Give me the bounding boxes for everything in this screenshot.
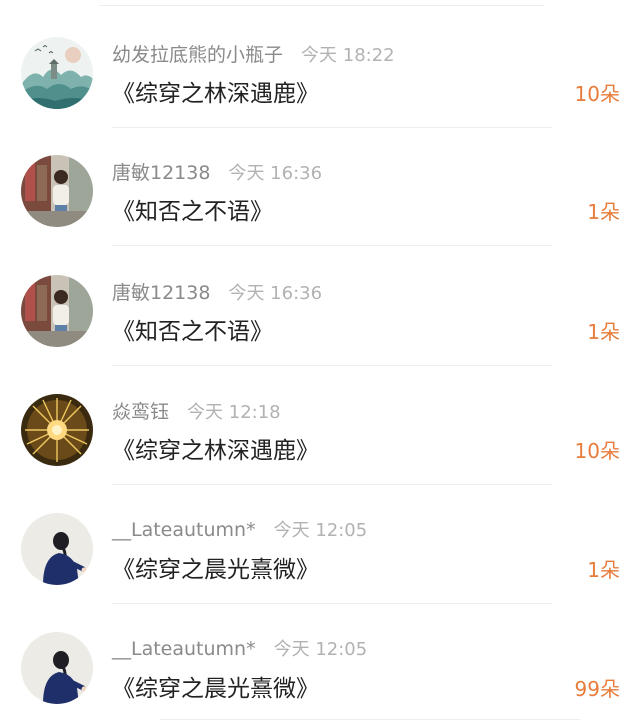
person-photo-avatar-icon [21, 275, 93, 347]
book-title[interactable]: 《知否之不语》 [112, 312, 273, 346]
landscape-avatar-icon [21, 37, 93, 109]
flower-count: 1朵 [587, 200, 620, 224]
gift-list-page: 幼发拉底熊的小瓶子 今天 18:22 《综穿之林深遇鹿》 10朵 唐敏12138… [0, 0, 640, 723]
girl-illustration-avatar-icon [21, 513, 93, 585]
book-title[interactable]: 《综穿之林深遇鹿》 [112, 431, 319, 465]
avatar[interactable] [21, 155, 93, 227]
item-meta: 焱鸾钰 今天 12:18 [112, 397, 281, 423]
item-meta: 唐敏12138 今天 16:36 [112, 278, 322, 304]
timestamp: 今天 12:05 [273, 639, 368, 660]
item-meta: __Lateautumn* 今天 12:05 [112, 635, 367, 661]
golden-burst-avatar-icon [21, 394, 93, 466]
timestamp: 今天 16:36 [228, 163, 323, 184]
flower-count: 1朵 [587, 320, 620, 344]
book-title[interactable]: 《综穿之晨光熹微》 [112, 669, 319, 703]
avatar[interactable] [21, 513, 93, 585]
flower-count: 10朵 [574, 439, 620, 463]
timestamp: 今天 12:18 [187, 402, 281, 423]
list-item[interactable]: 唐敏12138 今天 16:36 《知否之不语》 1朵 [0, 246, 640, 366]
list-item[interactable]: 唐敏12138 今天 16:36 《知否之不语》 1朵 [0, 126, 640, 246]
username[interactable]: 唐敏12138 [112, 158, 210, 185]
flower-count: 1朵 [587, 558, 620, 582]
flower-count: 99朵 [574, 677, 620, 701]
username[interactable]: 唐敏12138 [112, 278, 210, 305]
person-photo-avatar-icon [21, 155, 93, 227]
item-meta: 幼发拉底熊的小瓶子 今天 18:22 [112, 40, 395, 66]
avatar[interactable] [21, 37, 93, 109]
avatar[interactable] [21, 275, 93, 347]
list-item[interactable]: __Lateautumn* 今天 12:05 《综穿之晨光熹微》 99朵 [0, 603, 640, 723]
book-title[interactable]: 《知否之不语》 [112, 192, 273, 226]
gift-record-list: 幼发拉底熊的小瓶子 今天 18:22 《综穿之林深遇鹿》 10朵 唐敏12138… [0, 0, 640, 723]
list-item[interactable]: 幼发拉底熊的小瓶子 今天 18:22 《综穿之林深遇鹿》 10朵 [0, 8, 640, 128]
username[interactable]: 焱鸾钰 [112, 397, 169, 424]
avatar[interactable] [21, 394, 93, 466]
timestamp: 今天 16:36 [228, 283, 323, 304]
item-meta: __Lateautumn* 今天 12:05 [112, 516, 367, 542]
timestamp: 今天 18:22 [301, 45, 395, 66]
list-item[interactable]: __Lateautumn* 今天 12:05 《综穿之晨光熹微》 1朵 [0, 484, 640, 604]
book-title[interactable]: 《综穿之林深遇鹿》 [112, 74, 319, 108]
bottom-divider [160, 719, 580, 720]
timestamp: 今天 12:05 [273, 520, 368, 541]
list-item[interactable]: 焱鸾钰 今天 12:18 《综穿之林深遇鹿》 10朵 [0, 365, 640, 485]
girl-illustration-avatar-icon [21, 632, 93, 704]
flower-count: 10朵 [574, 82, 620, 106]
item-meta: 唐敏12138 今天 16:36 [112, 158, 322, 184]
avatar[interactable] [21, 632, 93, 704]
username[interactable]: __Lateautumn* [112, 519, 256, 541]
book-title[interactable]: 《综穿之晨光熹微》 [112, 550, 319, 584]
username[interactable]: 幼发拉底熊的小瓶子 [112, 40, 283, 67]
username[interactable]: __Lateautumn* [112, 638, 256, 660]
